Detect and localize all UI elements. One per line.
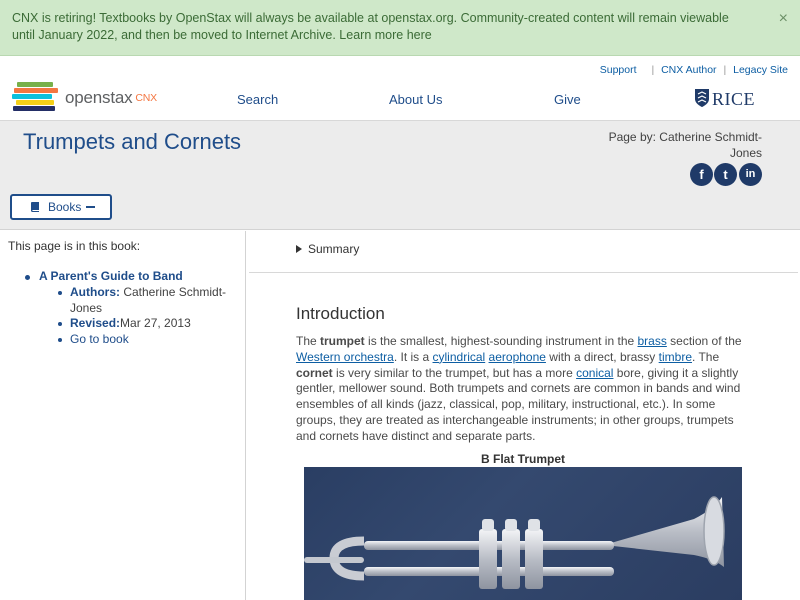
banner-learn-more-link[interactable]: here — [407, 28, 432, 42]
logo-book-stack-icon — [12, 80, 60, 112]
book-sidebar: This page is in this book: A Parent's Gu… — [0, 231, 246, 600]
list-bullet — [25, 275, 30, 280]
term-link-timbre[interactable]: timbre — [659, 350, 692, 364]
support-link[interactable]: Support — [600, 64, 637, 76]
rice-shield-icon — [695, 89, 709, 107]
list-bullet — [58, 322, 62, 326]
logo-wordmark: openstax CNX — [65, 88, 157, 107]
go-to-book-link[interactable]: Go to book — [70, 332, 129, 346]
page-title: Trumpets and Cornets — [23, 129, 242, 154]
caret-right-icon — [296, 245, 302, 253]
cnx-author-link[interactable]: CNX Author — [661, 64, 716, 76]
books-toggle-button[interactable]: Books — [10, 194, 112, 220]
page-author: Page by: Catherine Schmidt-Jones — [608, 130, 762, 160]
book-revised: Revised:Mar 27, 2013 — [58, 316, 230, 332]
summary-toggle[interactable]: Summary — [296, 242, 359, 256]
intro-paragraph: The trumpet is the smallest, highest-sou… — [296, 334, 742, 443]
facebook-icon[interactable]: f — [690, 163, 713, 186]
close-icon[interactable]: × — [779, 10, 788, 28]
banner-message: CNX is retiring! Textbooks by OpenStax w… — [12, 11, 729, 42]
twitter-icon[interactable]: t — [714, 163, 737, 186]
term-link-aerophone[interactable]: aerophone — [489, 350, 546, 364]
legacy-site-link[interactable]: Legacy Site — [733, 64, 788, 76]
openstax-cnx-logo[interactable]: openstax CNX — [12, 80, 172, 114]
term-link-conical[interactable]: conical — [576, 366, 613, 380]
nav-about-us[interactable]: About Us — [389, 92, 442, 107]
nav-give[interactable]: Give — [554, 92, 581, 107]
divider: | — [651, 64, 655, 76]
term-link-western-orchestra[interactable]: Western orchestra — [296, 350, 394, 364]
go-to-book-item: Go to book — [58, 332, 230, 348]
sidebar-heading: This page is in this book: — [8, 239, 141, 253]
list-bullet — [58, 291, 62, 295]
summary-row: Summary — [249, 231, 798, 273]
figure-caption: B Flat Trumpet — [480, 452, 565, 466]
list-bullet — [58, 338, 62, 342]
book-title-link[interactable]: A Parent's Guide to Band — [39, 269, 239, 285]
page-header-band: Trumpets and Cornets Page by: Catherine … — [0, 120, 800, 230]
divider: | — [723, 64, 727, 76]
utility-links: Support | CNX Author | Legacy Site — [600, 64, 788, 76]
trumpet-illustration — [304, 496, 725, 589]
book-icon — [31, 202, 39, 212]
term-link-cylindrical[interactable]: cylindrical — [433, 350, 486, 364]
divider — [641, 64, 644, 76]
linkedin-icon[interactable]: in — [739, 163, 762, 186]
section-heading: Introduction — [296, 304, 385, 323]
trumpet-image — [304, 467, 742, 600]
collapse-icon — [86, 206, 95, 208]
retirement-banner: CNX is retiring! Textbooks by OpenStax w… — [0, 0, 800, 56]
book-authors: Authors: Catherine Schmidt-Jones — [58, 285, 230, 316]
term-link-brass[interactable]: brass — [638, 334, 667, 348]
nav-search[interactable]: Search — [237, 92, 278, 107]
